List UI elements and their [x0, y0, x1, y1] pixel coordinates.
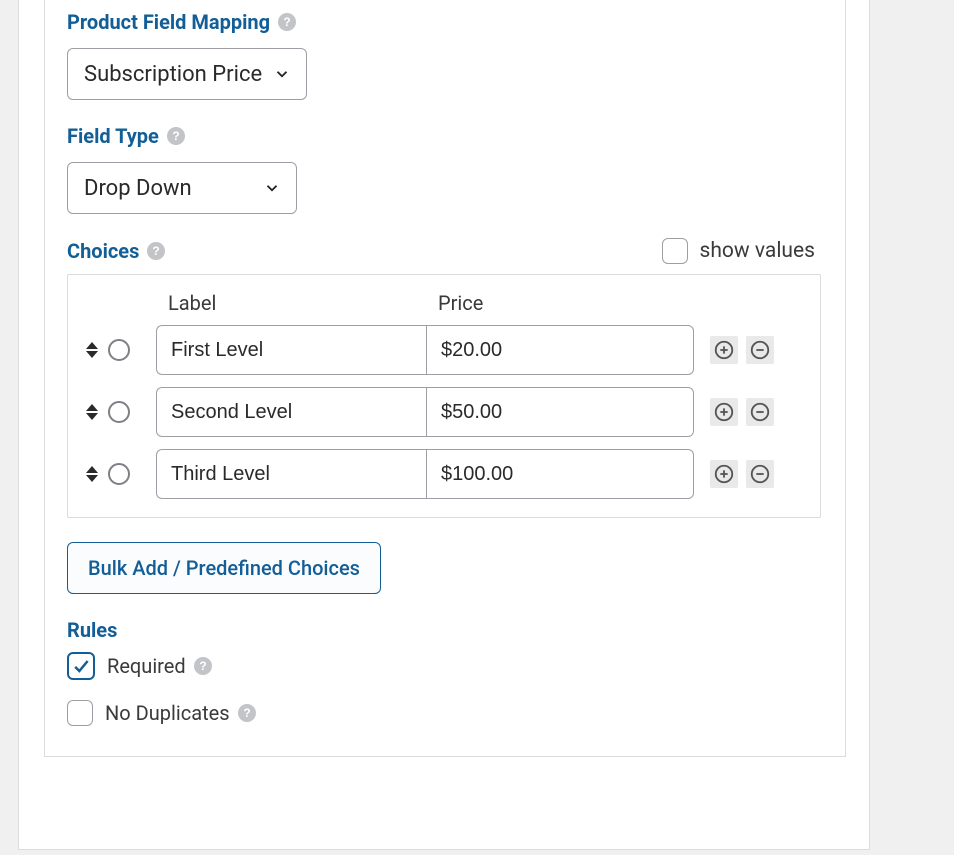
- choice-price-input[interactable]: [426, 325, 694, 375]
- section-title: Rules: [67, 618, 821, 642]
- no-duplicates-checkbox[interactable]: [67, 700, 93, 726]
- help-icon[interactable]: ?: [278, 13, 296, 31]
- settings-panel: Product Field Mapping ? Subscription Pri…: [44, 0, 846, 757]
- drag-handle-icon[interactable]: [84, 342, 100, 358]
- add-choice-button[interactable]: [710, 460, 738, 488]
- column-header-label: Label: [156, 291, 426, 315]
- choice-label-input[interactable]: [156, 325, 426, 375]
- required-checkbox[interactable]: [67, 652, 95, 680]
- svg-text:?: ?: [172, 129, 179, 143]
- show-values-checkbox[interactable]: [662, 238, 688, 264]
- section-choices: Choices ? show values Label Price: [45, 214, 845, 594]
- help-icon[interactable]: ?: [147, 242, 165, 260]
- choice-label-input[interactable]: [156, 449, 426, 499]
- choice-row: [76, 325, 808, 375]
- choices-column-headers: Label Price: [76, 291, 808, 315]
- column-header-price: Price: [426, 291, 694, 315]
- remove-choice-button[interactable]: [746, 398, 774, 426]
- section-product-field-mapping: Product Field Mapping ? Subscription Pri…: [45, 0, 845, 100]
- drag-handle-icon[interactable]: [84, 466, 100, 482]
- add-choice-button[interactable]: [710, 398, 738, 426]
- svg-text:?: ?: [153, 244, 160, 258]
- default-choice-radio[interactable]: [108, 463, 130, 485]
- default-choice-radio[interactable]: [108, 339, 130, 361]
- choices-panel: Label Price: [67, 274, 821, 518]
- required-label: Required: [107, 654, 186, 678]
- choices-title: Choices: [67, 239, 139, 263]
- chevron-down-icon: [262, 178, 282, 198]
- choice-price-input[interactable]: [426, 449, 694, 499]
- chevron-down-icon: [272, 64, 292, 84]
- choice-label-input[interactable]: [156, 387, 426, 437]
- section-rules: Rules Required ?: [45, 594, 845, 726]
- section-field-type: Field Type ? Drop Down: [45, 100, 845, 214]
- svg-text:?: ?: [199, 659, 206, 673]
- bulk-add-label: Bulk Add / Predefined Choices: [88, 556, 360, 580]
- product-field-mapping-select[interactable]: Subscription Price: [67, 48, 307, 100]
- field-type-title: Field Type: [67, 124, 159, 148]
- svg-text:?: ?: [243, 706, 250, 720]
- section-title: Field Type ?: [67, 124, 821, 148]
- choice-price-input[interactable]: [426, 387, 694, 437]
- product-field-mapping-selected: Subscription Price: [84, 62, 262, 87]
- add-choice-button[interactable]: [710, 336, 738, 364]
- remove-choice-button[interactable]: [746, 460, 774, 488]
- help-icon[interactable]: ?: [194, 657, 212, 675]
- drag-handle-icon[interactable]: [84, 404, 100, 420]
- remove-choice-button[interactable]: [746, 336, 774, 364]
- default-choice-radio[interactable]: [108, 401, 130, 423]
- outer-panel: Product Field Mapping ? Subscription Pri…: [18, 0, 870, 850]
- no-duplicates-label: No Duplicates: [105, 701, 230, 725]
- help-icon[interactable]: ?: [238, 704, 256, 722]
- show-values-label: show values: [700, 239, 815, 263]
- product-field-mapping-title: Product Field Mapping: [67, 10, 270, 34]
- choice-row: [76, 387, 808, 437]
- field-type-selected: Drop Down: [84, 176, 192, 201]
- rule-row-no-duplicates: No Duplicates ?: [67, 700, 821, 726]
- section-title: Product Field Mapping ?: [67, 10, 821, 34]
- svg-text:?: ?: [283, 15, 290, 29]
- rules-title: Rules: [67, 618, 117, 642]
- choice-row: [76, 449, 808, 499]
- rule-row-required: Required ?: [67, 652, 821, 680]
- help-icon[interactable]: ?: [167, 127, 185, 145]
- bulk-add-button[interactable]: Bulk Add / Predefined Choices: [67, 542, 381, 594]
- field-type-select[interactable]: Drop Down: [67, 162, 297, 214]
